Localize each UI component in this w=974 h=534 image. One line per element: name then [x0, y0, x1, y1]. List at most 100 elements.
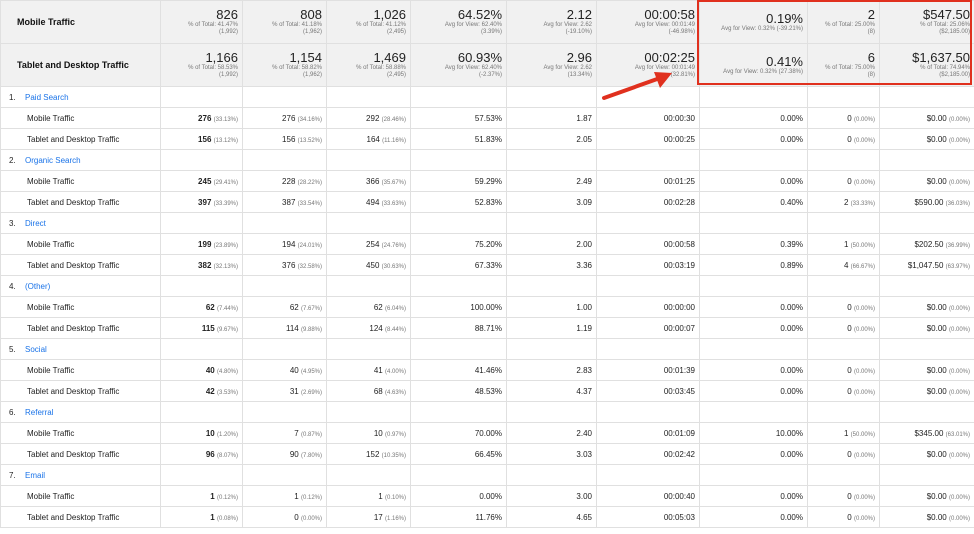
- metric-percent: (10.35%): [381, 452, 406, 459]
- metric-value: $1,047.50: [907, 260, 944, 270]
- metric-cell: 0.00%: [699, 443, 808, 465]
- empty-cell: [699, 212, 808, 234]
- metric-value: $590.00: [914, 197, 944, 207]
- metric-cell: 52.83%: [410, 191, 507, 213]
- table-row: Tablet and Desktop Traffic 382 (32.13%) 37…: [0, 254, 974, 276]
- summary-value: 00:02:25: [644, 50, 695, 65]
- metric-value: 0.00%: [780, 365, 803, 375]
- channel-link[interactable]: Social: [25, 345, 47, 354]
- metric-cell: 450 (30.63%): [326, 254, 411, 276]
- summary-comparison: Avg for View: 00:01:49: [634, 22, 695, 28]
- metric-value: 1.00: [576, 302, 592, 312]
- metric-value: 51.83%: [474, 134, 502, 144]
- metric-cell: $0.00 (0.00%): [879, 485, 974, 507]
- metric-cell: 1 (0.10%): [326, 485, 411, 507]
- empty-cell: [699, 464, 808, 486]
- metric-cell: $0.00 (0.00%): [879, 170, 974, 192]
- channel-link[interactable]: (Other): [25, 282, 50, 291]
- summary-value: 1,154: [289, 50, 322, 65]
- metric-value: 4.37: [576, 386, 592, 396]
- summary-metric-cell: 0.19% Avg for View: 0.32% (-39.21%): [699, 0, 808, 44]
- metric-percent: (24.01%): [297, 242, 322, 249]
- metric-cell: 3.03: [506, 443, 597, 465]
- metric-cell: 00:01:25: [596, 170, 700, 192]
- metric-cell: 254 (24.76%): [326, 233, 411, 255]
- metric-percent: (6.04%): [384, 305, 406, 312]
- metric-cell: 199 (23.89%): [160, 233, 243, 255]
- channel-cell: 1. Paid Search: [0, 86, 161, 108]
- metric-value: 254: [366, 239, 380, 249]
- metric-value: $0.00: [926, 176, 947, 186]
- metric-value: 114: [285, 323, 299, 333]
- empty-cell: [506, 86, 597, 108]
- metric-value: 0: [847, 512, 852, 522]
- metric-cell: 292 (28.46%): [326, 107, 411, 129]
- metric-value: 3.36: [576, 260, 592, 270]
- metric-value: 115: [201, 323, 215, 333]
- metric-cell: 2 (33.33%): [807, 191, 880, 213]
- summary-comparison: % of Total: 58.88%: [356, 65, 406, 71]
- metric-value: 0: [847, 491, 852, 501]
- metric-percent: (35.67%): [381, 179, 406, 186]
- metric-cell: 0 (0.00%): [807, 485, 880, 507]
- summary-value: 1,469: [373, 50, 406, 65]
- metric-cell: 0.00%: [699, 317, 808, 339]
- metric-percent: (2.69%): [300, 389, 322, 396]
- segment-label: Mobile Traffic: [0, 296, 161, 318]
- empty-cell: [596, 464, 700, 486]
- metric-value: 376: [282, 260, 296, 270]
- metric-value: $0.00: [926, 323, 947, 333]
- metric-percent: (0.12%): [216, 494, 238, 501]
- metric-cell: 0 (0.00%): [807, 380, 880, 402]
- metric-cell: 0 (0.00%): [807, 359, 880, 381]
- empty-cell: [242, 401, 327, 423]
- metric-cell: 62 (7.67%): [242, 296, 327, 318]
- metric-value: 00:05:03: [663, 512, 695, 522]
- metric-value: 0.40%: [780, 197, 803, 207]
- metric-value: 276: [198, 113, 212, 123]
- metric-percent: (33.63%): [381, 200, 406, 207]
- metric-value: 245: [198, 176, 212, 186]
- channel-link[interactable]: Referral: [25, 408, 53, 417]
- metric-percent: (33.39%): [213, 200, 238, 207]
- metric-cell: 66.45%: [410, 443, 507, 465]
- table-body: Mobile Traffic 826% of Total: 41.47% (1,99…: [0, 0, 974, 528]
- segment-summary-row: Tablet and Desktop Traffic 1,166% of Tota…: [0, 43, 974, 87]
- empty-cell: [807, 275, 880, 297]
- channel-link[interactable]: Paid Search: [25, 93, 69, 102]
- metric-percent: (0.00%): [948, 515, 970, 522]
- metric-cell: 40 (4.80%): [160, 359, 243, 381]
- metric-percent: (0.00%): [853, 179, 875, 186]
- metric-percent: (9.88%): [300, 326, 322, 333]
- empty-cell: [807, 338, 880, 360]
- metric-cell: 41.46%: [410, 359, 507, 381]
- empty-cell: [242, 149, 327, 171]
- metric-cell: 0.00%: [699, 170, 808, 192]
- empty-cell: [879, 149, 974, 171]
- channel-group-row: 4. (Other): [0, 275, 974, 297]
- metric-cell: 0 (0.00%): [807, 170, 880, 192]
- summary-total: (8): [867, 72, 875, 78]
- channel-link[interactable]: Direct: [25, 219, 46, 228]
- metric-cell: 1 (0.08%): [160, 506, 243, 528]
- summary-total: (2,495): [386, 72, 406, 78]
- metric-value: 31: [289, 386, 299, 396]
- metric-cell: 51.83%: [410, 128, 507, 150]
- channel-group-row: 6. Referral: [0, 401, 974, 423]
- channel-link[interactable]: Email: [25, 471, 45, 480]
- metric-cell: $1,047.50 (63.97%): [879, 254, 974, 276]
- metric-cell: 00:00:25: [596, 128, 700, 150]
- metric-percent: (36.99%): [945, 242, 970, 249]
- metric-value: 2.05: [576, 134, 592, 144]
- metric-value: 62: [289, 302, 299, 312]
- metric-cell: 2.05: [506, 128, 597, 150]
- metric-cell: 245 (29.41%): [160, 170, 243, 192]
- channel-group-row: 7. Email: [0, 464, 974, 486]
- channel-number: 3.: [9, 218, 16, 228]
- channel-group-row: 5. Social: [0, 338, 974, 360]
- metric-cell: 00:02:28: [596, 191, 700, 213]
- metric-percent: (32.13%): [213, 263, 238, 270]
- metric-cell: $0.00 (0.00%): [879, 317, 974, 339]
- channel-link[interactable]: Organic Search: [25, 156, 81, 165]
- summary-comparison: % of Total: 25.00%: [825, 22, 875, 28]
